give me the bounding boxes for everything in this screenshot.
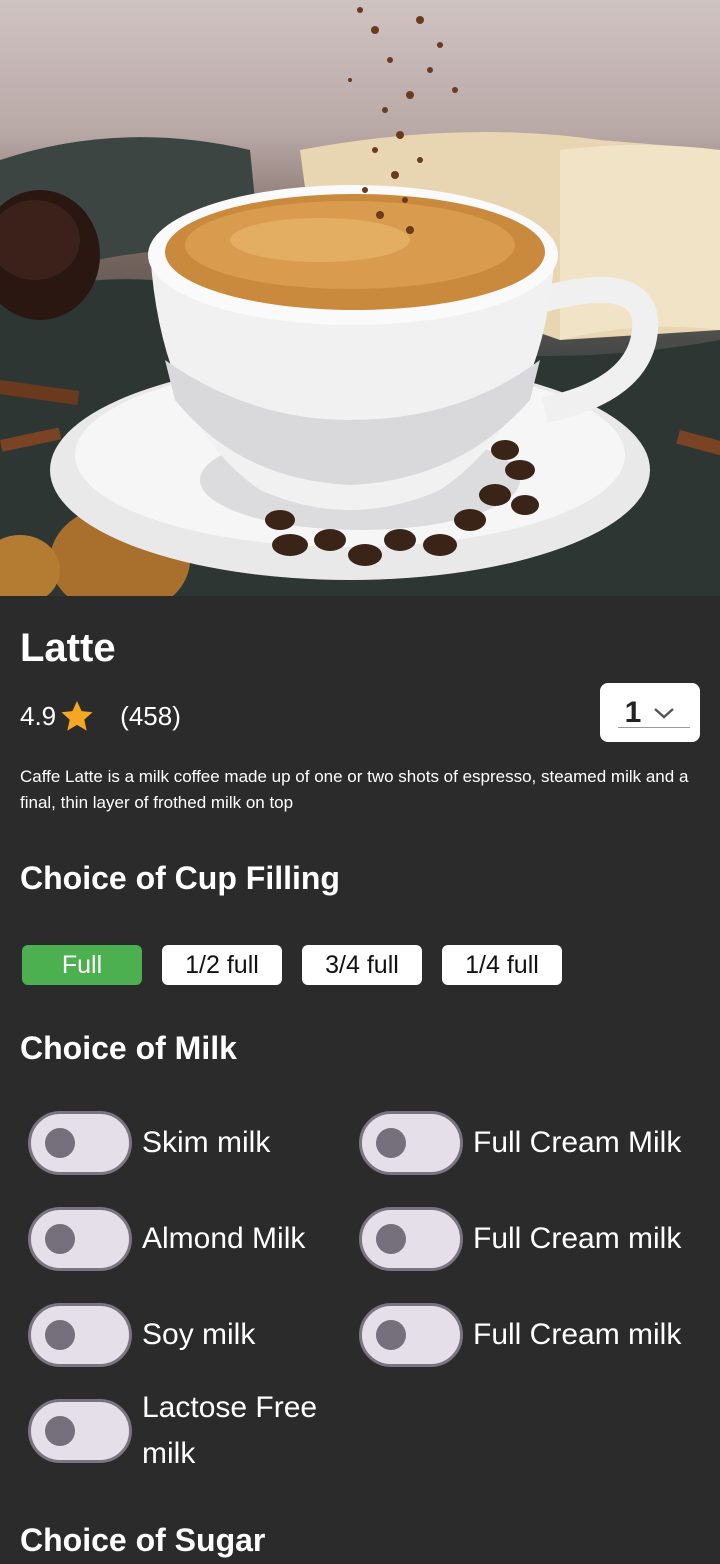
milk-toggle[interactable]: [28, 1399, 132, 1463]
toggle-knob: [45, 1416, 75, 1446]
toggle-knob: [45, 1224, 75, 1254]
toggle-knob: [376, 1224, 406, 1254]
filling-option-half[interactable]: 1/2 full: [162, 945, 282, 985]
chevron-down-icon: [653, 706, 675, 720]
milk-option-lactose-free: Lactose Free milk: [28, 1385, 342, 1477]
milk-label: Full Cream milk: [473, 1318, 682, 1351]
toggle-knob: [376, 1128, 406, 1158]
filling-option-quarter[interactable]: 1/4 full: [442, 945, 562, 985]
milk-label: Lactose Free milk: [142, 1391, 318, 1470]
milk-option-soy: Soy milk: [28, 1303, 255, 1367]
milk-toggle[interactable]: [28, 1111, 132, 1175]
product-description: Caffe Latte is a milk coffee made up of …: [20, 767, 689, 812]
milk-label: Soy milk: [142, 1318, 256, 1351]
milk-label: Almond Milk: [142, 1222, 306, 1255]
cup-filling-heading: Choice of Cup Filling: [20, 860, 340, 896]
milk-toggle[interactable]: [28, 1207, 132, 1271]
milk-toggle[interactable]: [359, 1207, 463, 1271]
rating-row: 4.9 (458): [20, 696, 181, 736]
product-hero-image: [0, 0, 720, 596]
milk-option-skim: Skim milk: [28, 1111, 270, 1175]
milk-option-full-cream-3: Full Cream milk: [359, 1303, 681, 1367]
quantity-value: 1: [624, 695, 642, 729]
dropdown-underline: [618, 727, 690, 728]
review-count: (458): [120, 700, 181, 731]
milk-toggle[interactable]: [28, 1303, 132, 1367]
milk-toggle[interactable]: [359, 1303, 463, 1367]
milk-option-almond: Almond Milk: [28, 1207, 305, 1271]
filling-option-three-quarter[interactable]: 3/4 full: [302, 945, 422, 985]
milk-toggle[interactable]: [359, 1111, 463, 1175]
cup-filling-options: Full 1/2 full 3/4 full 1/4 full: [22, 945, 582, 985]
toggle-knob: [45, 1320, 75, 1350]
toggle-knob: [376, 1320, 406, 1350]
milk-label: Skim milk: [142, 1126, 271, 1159]
sugar-heading: Choice of Sugar: [20, 1522, 266, 1558]
product-title: Latte: [20, 626, 116, 670]
milk-label: Full Cream milk: [473, 1222, 682, 1255]
milk-option-full-cream-1: Full Cream Milk: [359, 1111, 681, 1175]
quantity-dropdown[interactable]: 1: [600, 683, 700, 742]
filling-option-full[interactable]: Full: [22, 945, 142, 985]
star-icon: [58, 697, 96, 735]
toggle-knob: [45, 1128, 75, 1158]
milk-label: Full Cream Milk: [473, 1126, 682, 1159]
milk-option-full-cream-2: Full Cream milk: [359, 1207, 681, 1271]
rating-value: 4.9: [20, 700, 57, 731]
milk-heading: Choice of Milk: [20, 1030, 237, 1066]
